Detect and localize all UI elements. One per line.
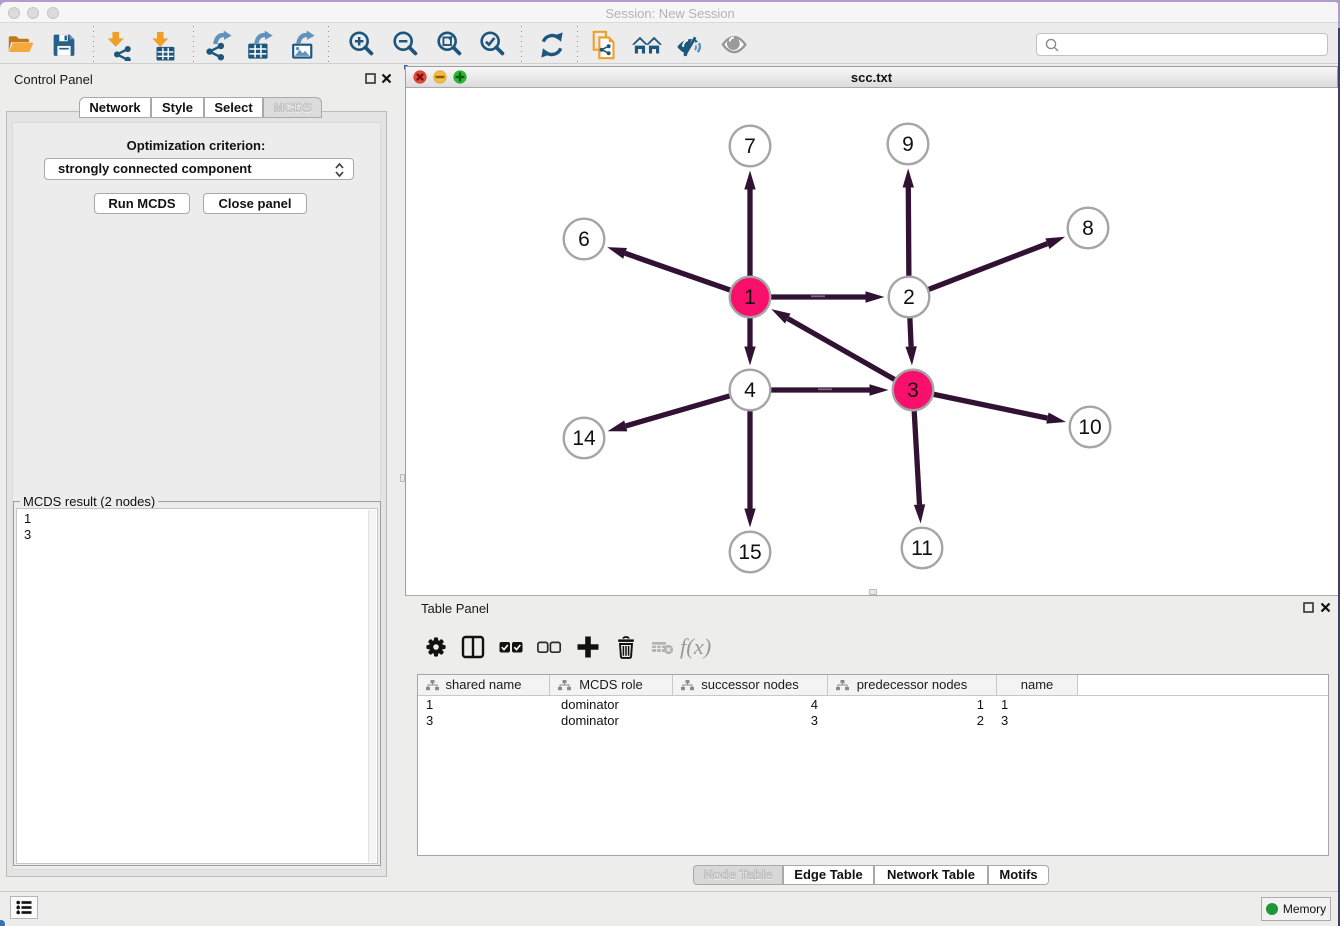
svg-text:2: 2 (903, 286, 915, 309)
svg-text:15: 15 (738, 541, 761, 564)
svg-text:11: 11 (911, 537, 933, 560)
svg-text:1: 1 (744, 286, 756, 309)
svg-text:7: 7 (744, 135, 756, 158)
svg-text:4: 4 (744, 379, 756, 402)
svg-text:9: 9 (902, 133, 914, 156)
svg-text:8: 8 (1082, 217, 1094, 240)
svg-text:10: 10 (1078, 416, 1101, 439)
svg-text:14: 14 (572, 427, 596, 450)
svg-text:3: 3 (907, 379, 919, 402)
svg-text:6: 6 (578, 228, 590, 251)
